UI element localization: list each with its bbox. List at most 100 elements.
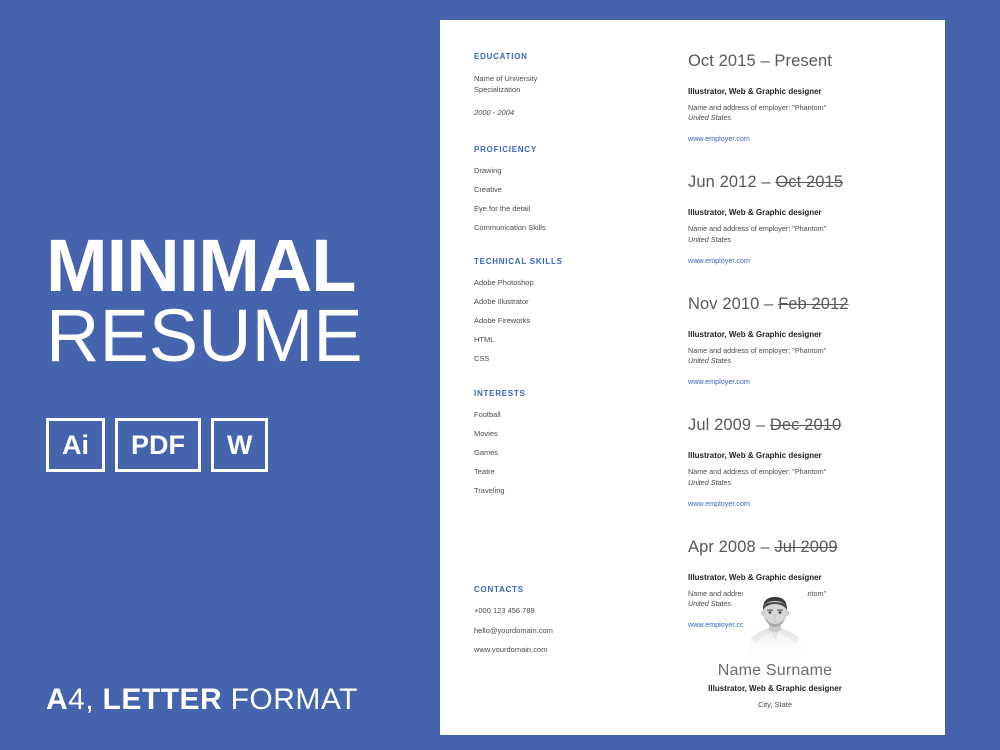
- experience-date-range: Jul 2009 – Dec 2010: [688, 416, 913, 435]
- section-contacts-heading: CONTACTS: [474, 585, 524, 594]
- experience-employer: Name and address of employer: "Phantom"U…: [688, 467, 913, 487]
- avatar: [743, 590, 807, 660]
- experience-role: Illustrator, Web & Graphic designer: [688, 451, 822, 461]
- badge-pdf[interactable]: PDF: [115, 418, 201, 472]
- person-role: Illustrator, Web & Graphic designer: [708, 684, 842, 693]
- experience-date-end: Jul 2009: [774, 537, 838, 556]
- resume-page-preview: EDUCATION Name of University Specializat…: [440, 20, 945, 735]
- experience-date-start: Apr 2008: [688, 537, 756, 556]
- education-years: 2000 - 2004: [474, 107, 515, 117]
- person-location: City, State: [757, 700, 793, 709]
- section-contacts: CONTACTS +000 123 456 789 hello@yourdoma…: [474, 585, 644, 654]
- experience-employer-name: Name and address of employer: "Phantom": [688, 224, 827, 234]
- experience-date-range: Apr 2008 – Jul 2009: [688, 538, 913, 557]
- badge-pdf-label: PDF: [131, 429, 185, 460]
- list-item: Adobe Illustrator: [474, 297, 529, 307]
- experience-employer: Name and address of employer: "Phantom"U…: [688, 346, 913, 366]
- section-proficiency-heading: PROFICIENCY: [474, 144, 537, 154]
- list-item: Movies: [474, 428, 498, 438]
- experience-employer-country: United States: [688, 356, 732, 366]
- experience-date-separator: –: [751, 416, 770, 435]
- experience-url[interactable]: www.employer.com: [688, 256, 913, 265]
- list-item: Adobe Fireworks: [474, 316, 531, 326]
- education-university: Name of University: [474, 74, 538, 83]
- experience-url[interactable]: www.employer.com: [688, 134, 913, 143]
- list-item: Creative: [474, 184, 502, 194]
- experience-entry: Nov 2010 – Feb 2012 Illustrator, Web & G…: [688, 295, 913, 386]
- section-interests-heading: INTERESTS: [474, 388, 526, 398]
- section-interests: INTERESTS Football Movies Games Teatre T…: [474, 389, 649, 495]
- experience-url[interactable]: www.employer.com: [688, 499, 913, 508]
- experience-date-separator: –: [755, 537, 775, 556]
- promo-footer: A4, LETTER FORMAT: [46, 683, 358, 717]
- portrait-photo-icon: [743, 590, 807, 660]
- experience-date-start: Oct 2015: [688, 52, 756, 70]
- contact-website[interactable]: www.yourdomain.com: [474, 646, 644, 654]
- promo-footer-part-4: FORMAT: [230, 683, 358, 716]
- list-item: Communication Skills: [474, 222, 546, 232]
- promo-panel: MINIMAL RESUME Ai PDF W A4, LETTER FORMA…: [0, 0, 440, 750]
- promo-footer-part-1: A: [46, 683, 69, 716]
- experience-employer: Name and address of employer: "Phantom"U…: [688, 224, 913, 244]
- list-item: HTML: [474, 335, 495, 345]
- resume-experience-column: Oct 2015 – Present Illustrator, Web & Gr…: [688, 52, 913, 629]
- list-item: Teatre: [474, 466, 495, 476]
- section-education: EDUCATION Name of University Specializat…: [474, 52, 649, 119]
- experience-employer-name: Name and address of employer: "Phantom": [688, 345, 827, 355]
- section-proficiency: PROFICIENCY Drawing Creative Eye for the…: [474, 145, 649, 232]
- experience-date-start: Nov 2010: [688, 294, 760, 313]
- promo-footer-part-2: 4,: [68, 683, 95, 716]
- experience-employer-country: United States: [688, 477, 732, 487]
- badge-ai[interactable]: Ai: [46, 418, 105, 472]
- identity-block: Name Surname Illustrator, Web & Graphic …: [625, 590, 925, 709]
- promo-title: MINIMAL RESUME: [46, 224, 426, 378]
- experience-entry: Jun 2012 – Oct 2015 Illustrator, Web & G…: [688, 173, 913, 264]
- experience-date-end: Present: [774, 52, 832, 70]
- experience-url[interactable]: www.employer.com: [688, 377, 913, 386]
- experience-entry: Oct 2015 – Present Illustrator, Web & Gr…: [688, 52, 913, 143]
- promo-title-line-2: RESUME: [46, 294, 363, 378]
- experience-employer-name: Name and address of employer: "Phantom": [688, 103, 827, 112]
- list-item: Games: [474, 447, 499, 457]
- section-technical-skills-heading: TECHNICAL SKILLS: [474, 257, 563, 267]
- experience-employer-country: United States: [688, 113, 732, 123]
- file-format-badges: Ai PDF W: [46, 418, 269, 472]
- section-education-heading: EDUCATION: [474, 52, 528, 61]
- section-technical-skills: TECHNICAL SKILLS Adobe Photoshop Adobe I…: [474, 257, 649, 363]
- experience-date-end: Dec 2010: [769, 416, 842, 435]
- experience-entry: Jul 2009 – Dec 2010 Illustrator, Web & G…: [688, 416, 913, 507]
- list-item: Drawing: [474, 165, 502, 175]
- list-item: CSS: [474, 354, 490, 364]
- experience-date-end: Feb 2012: [778, 294, 849, 313]
- promo-footer-part-3: LETTER: [102, 683, 223, 716]
- experience-date-separator: –: [755, 52, 775, 70]
- list-item: Adobe Photoshop: [474, 278, 534, 288]
- experience-employer: Name and address of employer: "Phantom"U…: [688, 103, 913, 123]
- promo-title-line-1: MINIMAL: [46, 224, 357, 307]
- badge-ai-label: Ai: [62, 429, 89, 460]
- experience-role: Illustrator, Web & Graphic designer: [688, 329, 822, 339]
- contact-email[interactable]: hello@yourdomain.com: [474, 626, 644, 635]
- experience-employer-name: Name and address of employer: "Phantom": [688, 467, 827, 477]
- experience-date-separator: –: [759, 294, 779, 313]
- list-item: Eye for the detail: [474, 203, 531, 213]
- list-item: Football: [474, 409, 501, 419]
- experience-role: Illustrator, Web & Graphic designer: [688, 572, 822, 582]
- education-specialization: Specialization: [474, 84, 521, 94]
- experience-date-end: Oct 2015: [775, 173, 844, 192]
- experience-role: Illustrator, Web & Graphic designer: [688, 208, 822, 218]
- promo-artboard: MINIMAL RESUME Ai PDF W A4, LETTER FORMA…: [0, 0, 1000, 750]
- resume-left-column: EDUCATION Name of University Specializat…: [474, 52, 649, 494]
- person-name: Name Surname: [717, 662, 833, 679]
- experience-date-start: Jun 2012: [688, 173, 757, 192]
- experience-employer-country: United States: [688, 234, 732, 244]
- experience-date-range: Jun 2012 – Oct 2015: [688, 173, 913, 192]
- experience-date-range: Nov 2010 – Feb 2012: [688, 295, 913, 314]
- list-item: Traveling: [474, 485, 505, 495]
- education-entry: Name of University Specialization: [474, 74, 649, 96]
- badge-word-label: W: [227, 429, 253, 460]
- experience-date-start: Jul 2009: [688, 416, 752, 435]
- experience-date-separator: –: [756, 173, 776, 192]
- badge-word[interactable]: W: [211, 418, 269, 472]
- experience-date-range: Oct 2015 – Present: [688, 52, 913, 71]
